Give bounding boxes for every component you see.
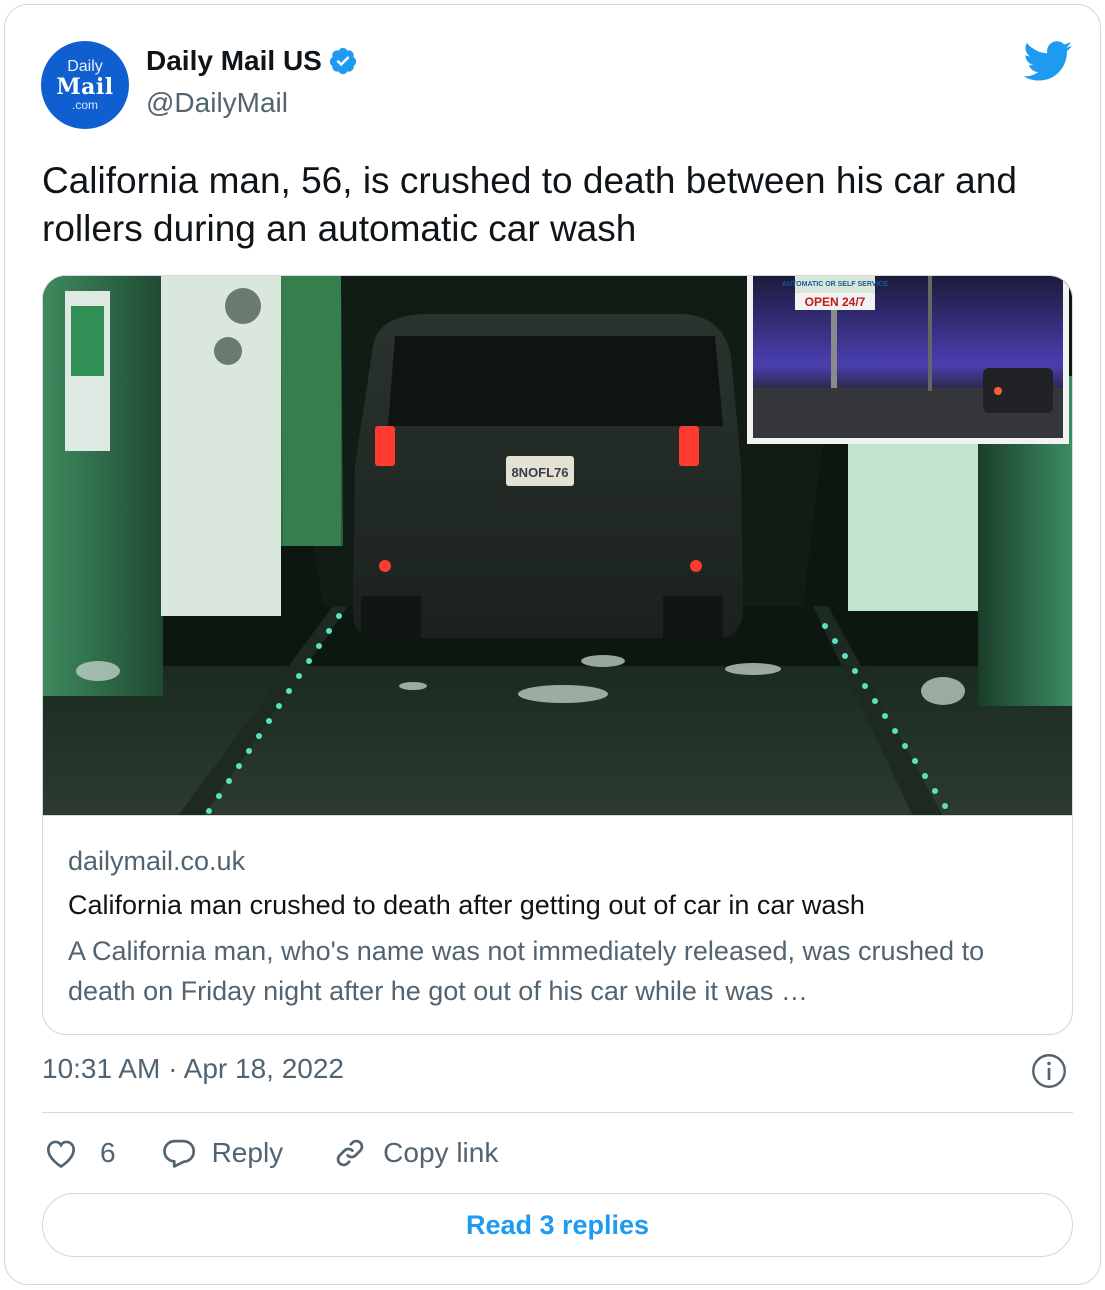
article-photo: 8NOFL76 AUTOMATIC OR SELF SERVICE OPEN 2… [43, 276, 1072, 816]
inset-photo: AUTOMATIC OR SELF SERVICE OPEN 24/7 [747, 276, 1069, 444]
avatar-line-1: Daily [67, 58, 103, 75]
action-bar: 6 Reply Copy link [42, 1130, 546, 1176]
info-icon[interactable] [1031, 1053, 1067, 1089]
author-avatar[interactable]: Daily Mail .com [41, 41, 129, 129]
reply-label: Reply [211, 1137, 284, 1168]
link-icon [336, 1139, 364, 1167]
car-wash-scene: 8NOFL76 AUTOMATIC OR SELF SERVICE OPEN 2… [43, 276, 1072, 815]
read-replies-button[interactable]: Read 3 replies [42, 1193, 1073, 1257]
inset-sign-open: OPEN 24/7 [805, 295, 866, 309]
twitter-bird-icon[interactable] [1023, 41, 1073, 82]
link-preview-card[interactable]: 8NOFL76 AUTOMATIC OR SELF SERVICE OPEN 2… [42, 275, 1073, 1035]
verified-badge-icon [329, 47, 356, 75]
like-button[interactable]: 6 [42, 1134, 116, 1172]
copy-link-label: Copy link [383, 1137, 499, 1168]
tweet-timestamp[interactable]: 10:31 AM · Apr 18, 2022 [42, 1053, 344, 1085]
divider [42, 1112, 1073, 1113]
inset-sign-top: AUTOMATIC OR SELF SERVICE [782, 281, 889, 288]
author-name[interactable]: Daily Mail US [146, 45, 358, 77]
card-title: California man crushed to death after ge… [68, 890, 865, 920]
author-handle[interactable]: @DailyMail [146, 87, 288, 119]
like-count: 6 [100, 1137, 116, 1168]
heart-icon [46, 1140, 76, 1169]
copy-link-button[interactable]: Copy link [331, 1134, 498, 1172]
avatar-line-3: .com [71, 98, 98, 112]
card-description: A California man, who's name was not imm… [68, 936, 985, 1006]
avatar-line-2: Mail [56, 74, 114, 100]
tweet-card: Daily Mail .com Daily Mail US @DailyMail… [4, 4, 1101, 1285]
author-name-text: Daily Mail US [146, 45, 322, 76]
card-domain: dailymail.co.uk [68, 846, 246, 876]
tweet-text: California man, 56, is crushed to death … [42, 160, 1017, 249]
license-plate: 8NOFL76 [511, 465, 568, 480]
reply-button[interactable]: Reply [160, 1134, 284, 1172]
reply-bubble-icon [162, 1139, 195, 1168]
